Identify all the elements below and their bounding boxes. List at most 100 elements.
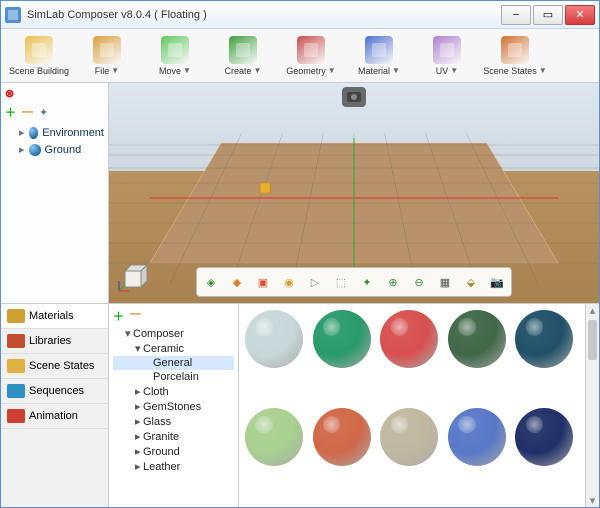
- scrollbar-vertical[interactable]: ▴ ▾: [585, 304, 599, 507]
- mat-add-button[interactable]: ＋: [113, 308, 124, 324]
- tool-icon: ◉: [284, 276, 294, 289]
- material-swatch-3[interactable]: [448, 310, 506, 368]
- viewport-tool-5[interactable]: ⬚: [330, 271, 352, 293]
- material-swatch-1[interactable]: [313, 310, 371, 368]
- view-cube[interactable]: [115, 261, 151, 297]
- uv-icon: [433, 36, 461, 64]
- toolbar-material[interactable]: Material▼: [347, 31, 411, 81]
- scene-node-ground[interactable]: ▸Ground: [5, 141, 104, 158]
- mat-remove-button[interactable]: —: [130, 308, 141, 324]
- create-icon: [229, 36, 257, 64]
- viewport-3d[interactable]: ◈ ◆▣ ◉ ▷ ⬚ ✦ ⊕ ⊖ ▦ ⬙ 📷: [109, 83, 599, 303]
- libraries-icon: [7, 334, 25, 348]
- tab-libraries[interactable]: Libraries: [1, 329, 108, 354]
- tab-scene-states[interactable]: Scene States: [1, 354, 108, 379]
- dropdown-arrow-icon: ▼: [254, 66, 262, 75]
- dropdown-arrow-icon: ▼: [328, 66, 336, 75]
- mat-cat-ceramic[interactable]: ▾Ceramic: [113, 341, 234, 356]
- tool-icon: ⬚: [336, 276, 346, 289]
- file-icon: [93, 36, 121, 64]
- minimize-button[interactable]: −: [501, 5, 531, 25]
- mat-cat-gemstones[interactable]: ▸GemStones: [113, 399, 234, 414]
- mat-cat-granite[interactable]: ▸Granite: [113, 429, 234, 444]
- dropdown-arrow-icon: ▼: [111, 66, 119, 75]
- viewport-tool-0[interactable]: ◈: [200, 271, 222, 293]
- move-icon: [161, 36, 189, 64]
- expand-arrow-icon: ▸: [19, 126, 25, 139]
- material-swatch-8[interactable]: [448, 408, 506, 466]
- material-swatch-grid: [239, 304, 585, 507]
- sequences-icon: [7, 384, 25, 398]
- mat-tree-root[interactable]: ▾Composer: [113, 326, 234, 341]
- toolbar-create[interactable]: Create▼: [211, 31, 275, 81]
- toolbar-scene-building[interactable]: Scene Building: [7, 31, 71, 81]
- dropdown-arrow-icon: ▼: [450, 66, 458, 75]
- scene-states-icon: [501, 36, 529, 64]
- viewport-tool-8[interactable]: ⊖: [408, 271, 430, 293]
- tool-icon: ⊖: [414, 276, 423, 289]
- scene-tree-panel: ⊗ ＋ — ✦ ▸Environment▸Ground: [1, 83, 109, 303]
- app-icon: [5, 7, 21, 23]
- scrollbar-thumb[interactable]: [588, 320, 597, 360]
- scene-building-icon: [25, 36, 53, 64]
- dropdown-arrow-icon: ▼: [183, 66, 191, 75]
- viewport-toolbar: ◈ ◆▣ ◉ ▷ ⬚ ✦ ⊕ ⊖ ▦ ⬙ 📷: [196, 267, 512, 297]
- scene states-icon: [7, 359, 25, 373]
- mat-cat-ground[interactable]: ▸Ground: [113, 444, 234, 459]
- viewport-tool-10[interactable]: ⬙: [460, 271, 482, 293]
- toolbar-uv[interactable]: UV▼: [415, 31, 479, 81]
- viewport-tool-1[interactable]: ◆: [226, 271, 248, 293]
- scene-node-environment[interactable]: ▸Environment: [5, 124, 104, 141]
- window-title: SimLab Composer v8.0.4 ( Floating ): [27, 9, 499, 21]
- tab-sequences[interactable]: Sequences: [1, 379, 108, 404]
- refresh-icon[interactable]: ✦: [39, 106, 48, 119]
- panel-close-icon[interactable]: ⊗: [5, 87, 14, 100]
- material-swatch-0[interactable]: [245, 310, 303, 368]
- mat-cat-leather[interactable]: ▸Leather: [113, 459, 234, 474]
- globe-icon: [29, 144, 41, 156]
- viewport-tool-7[interactable]: ⊕: [382, 271, 404, 293]
- material-swatch-7[interactable]: [380, 408, 438, 466]
- tab-animation[interactable]: Animation: [1, 404, 108, 429]
- tool-icon: ▦: [440, 276, 450, 289]
- toolbar-geometry[interactable]: Geometry▼: [279, 31, 343, 81]
- material-swatch-9[interactable]: [515, 408, 573, 466]
- camera-snapshot-button[interactable]: [342, 87, 366, 107]
- dropdown-arrow-icon: ▼: [539, 66, 547, 75]
- main-toolbar: Scene BuildingFile▼Move▼Create▼Geometry▼…: [1, 29, 599, 83]
- mat-cat-glass[interactable]: ▸Glass: [113, 414, 234, 429]
- toolbar-file[interactable]: File▼: [75, 31, 139, 81]
- left-tab-bar: MaterialsLibrariesScene StatesSequencesA…: [1, 304, 109, 507]
- tool-icon: ✦: [362, 276, 371, 289]
- globe-icon: [29, 127, 39, 139]
- maximize-button[interactable]: ▭: [533, 5, 563, 25]
- tab-materials[interactable]: Materials: [1, 304, 108, 329]
- material-swatch-4[interactable]: [515, 310, 573, 368]
- viewport-tool-11[interactable]: 📷: [486, 271, 508, 293]
- toolbar-move[interactable]: Move▼: [143, 31, 207, 81]
- animation-icon: [7, 409, 25, 423]
- mat-cat-cloth[interactable]: ▸Cloth: [113, 384, 234, 399]
- viewport-tool-4[interactable]: ▷: [304, 271, 326, 293]
- dropdown-arrow-icon: ▼: [392, 66, 400, 75]
- add-node-button[interactable]: ＋: [5, 104, 16, 120]
- viewport-tool-3[interactable]: ◉: [278, 271, 300, 293]
- material-icon: [365, 36, 393, 64]
- material-swatch-2[interactable]: [380, 310, 438, 368]
- viewport-tool-2[interactable]: ▣: [252, 271, 274, 293]
- tool-icon: ⊕: [388, 276, 397, 289]
- material-swatch-5[interactable]: [245, 408, 303, 466]
- mat-sub-porcelain[interactable]: Porcelain: [113, 370, 234, 384]
- viewport-tool-9[interactable]: ▦: [434, 271, 456, 293]
- remove-node-button[interactable]: —: [22, 106, 33, 118]
- geometry-icon: [297, 36, 325, 64]
- close-button[interactable]: ✕: [565, 5, 595, 25]
- window-titlebar: SimLab Composer v8.0.4 ( Floating ) − ▭ …: [1, 1, 599, 29]
- toolbar-scene-states[interactable]: Scene States▼: [483, 31, 547, 81]
- material-swatch-6[interactable]: [313, 408, 371, 466]
- tool-icon: ◈: [207, 276, 215, 289]
- tool-icon: 📷: [490, 276, 504, 289]
- material-tree: ＋ — ▾Composer▾CeramicGeneralPorcelain▸Cl…: [109, 304, 239, 507]
- viewport-tool-6[interactable]: ✦: [356, 271, 378, 293]
- mat-sub-general[interactable]: General: [113, 356, 234, 370]
